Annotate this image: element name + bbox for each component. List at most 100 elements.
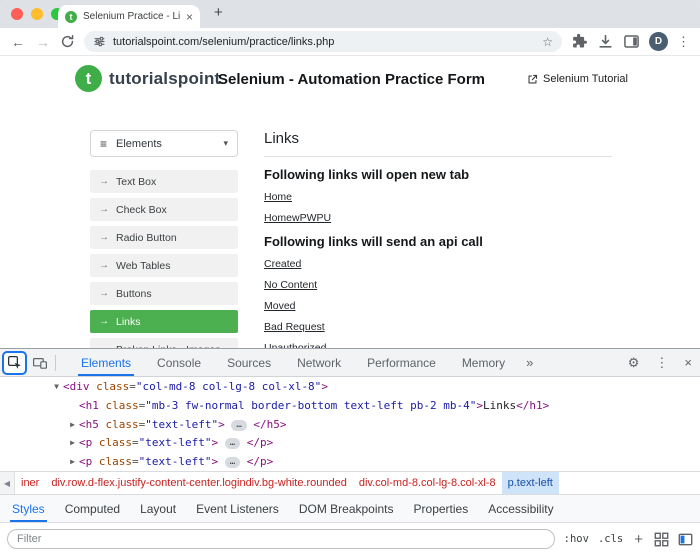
devtools-tab-sources[interactable]: Sources	[214, 349, 284, 376]
dom-token: class	[90, 380, 130, 393]
site-settings-icon[interactable]	[93, 35, 106, 48]
selenium-tutorial-link[interactable]: Selenium Tutorial	[527, 73, 628, 85]
link-created[interactable]: Created	[264, 258, 301, 270]
dom-line[interactable]: ▼<div class="col-md-8 col-lg-8 col-xl-8"…	[0, 378, 700, 397]
settings-gear-icon[interactable]: ⚙	[620, 355, 648, 371]
dom-token: >	[218, 418, 225, 431]
breadcrumb-item-p-text-left[interactable]: p.text-left	[502, 472, 559, 494]
reload-button[interactable]	[60, 34, 75, 49]
link-moved[interactable]: Moved	[264, 300, 296, 312]
element-state-button[interactable]: :hov	[564, 533, 589, 545]
sidebar-header-dropdown[interactable]: ≡ Elements ▾	[90, 130, 238, 157]
minimize-window-button[interactable]	[31, 8, 43, 20]
link-home[interactable]: Home	[264, 191, 292, 203]
chevron-down-icon: ▾	[223, 138, 228, 149]
ellipsis-expand-button[interactable]: …	[225, 438, 240, 449]
sidebar-item-label: Text Box	[116, 176, 156, 188]
expand-arrow-icon[interactable]: ▶	[66, 453, 79, 471]
links-sections: Following links will open new tabHomeHom…	[264, 167, 612, 348]
sidebar-item-broken-links-images[interactable]: →Broken Links - Images	[90, 338, 238, 348]
sidebar-item-label: Check Box	[116, 204, 167, 216]
browser-menu-kebab-icon[interactable]: ⋮	[677, 34, 690, 50]
styles-tab-styles[interactable]: Styles	[2, 495, 55, 522]
page-content: ≡ Elements ▾ →Text Box→Check Box→Radio B…	[90, 130, 612, 348]
arrow-right-icon: →	[99, 316, 109, 327]
device-toolbar-button[interactable]	[27, 349, 53, 376]
ellipsis-expand-button[interactable]: …	[231, 420, 246, 431]
breadcrumb-item-iner[interactable]: iner	[15, 472, 45, 494]
back-button[interactable]: ←	[10, 34, 26, 50]
sidebar-item-buttons[interactable]: →Buttons	[90, 282, 238, 305]
styles-tab-event-listeners[interactable]: Event Listeners	[186, 495, 289, 522]
arrow-right-icon: →	[99, 260, 109, 271]
styles-tab-computed[interactable]: Computed	[55, 495, 130, 522]
grid-overlay-icon[interactable]	[654, 532, 669, 547]
address-bar[interactable]: tutorialspoint.com/selenium/practice/lin…	[84, 31, 562, 52]
styles-tab-properties[interactable]: Properties	[404, 495, 479, 522]
tutorialspoint-logo[interactable]: t tutorialspoint	[75, 65, 220, 92]
url-text: tutorialspoint.com/selenium/practice/lin…	[113, 36, 535, 48]
devtools-toolbar-right: ⚙ ⋮ ×	[620, 355, 700, 371]
dock-sidebar-icon[interactable]	[678, 532, 693, 547]
brand-name: tutorialspoint	[109, 69, 220, 89]
sidebar-item-links[interactable]: → Links	[90, 310, 238, 333]
tab-close-icon[interactable]: ×	[186, 10, 193, 24]
breadcrumb-item-div-col-md-8-col-lg-8-col-xl-8[interactable]: div.col-md-8.col-lg-8.col-xl-8	[353, 472, 502, 494]
dom-token: "mb-3 fw-normal border-bottom text-left …	[145, 399, 476, 412]
dom-token: "text-left"	[139, 455, 212, 468]
breadcrumb-item-div-row-d-flex-justify-content-center-logindiv-bg-white-rounded[interactable]: div.row.d-flex.justify-content-center.lo…	[45, 472, 353, 494]
page-header: t tutorialspoint Selenium - Automation P…	[75, 62, 628, 102]
dom-token: class	[92, 436, 132, 449]
dom-token: class	[99, 399, 139, 412]
sidebar-item-radio-button[interactable]: →Radio Button	[90, 226, 238, 249]
toolbar-divider	[55, 355, 56, 371]
sidebar-item-text-box[interactable]: →Text Box	[90, 170, 238, 193]
sidebar-item-label: Links	[116, 316, 141, 328]
devtools-tab-performance[interactable]: Performance	[354, 349, 449, 376]
extensions-puzzle-icon[interactable]	[571, 33, 588, 50]
selenium-tutorial-label: Selenium Tutorial	[543, 73, 628, 85]
breadcrumb-scroll-left-button[interactable]: ◀	[0, 472, 15, 494]
link-no-content[interactable]: No Content	[264, 279, 317, 291]
devtools-tab-memory[interactable]: Memory	[449, 349, 518, 376]
dom-line[interactable]: <h1 class="mb-3 fw-normal border-bottom …	[0, 397, 700, 416]
dom-line[interactable]: ▶<p class="text-left"> … </p>	[0, 453, 700, 471]
sidebar-header-label: Elements	[116, 138, 162, 150]
new-style-rule-button[interactable]: +	[634, 531, 643, 548]
dom-tree: ▼<div class="col-md-8 col-lg-8 col-xl-8"…	[0, 377, 700, 471]
dom-token: <h1	[79, 399, 99, 412]
bookmark-star-icon[interactable]: ☆	[542, 35, 553, 49]
sidebar-item-web-tables[interactable]: →Web Tables	[90, 254, 238, 277]
profile-avatar[interactable]: D	[649, 32, 668, 51]
expand-arrow-icon[interactable]: ▶	[66, 416, 79, 435]
close-devtools-icon[interactable]: ×	[676, 355, 700, 370]
link-homewpwpu[interactable]: HomewPWPU	[264, 212, 331, 224]
dom-token: =	[129, 380, 136, 393]
dom-line[interactable]: ▶<h5 class="text-left"> … </h5>	[0, 416, 700, 435]
styles-tab-layout[interactable]: Layout	[130, 495, 186, 522]
styles-tab-accessibility[interactable]: Accessibility	[478, 495, 563, 522]
elements-sidebar: ≡ Elements ▾ →Text Box→Check Box→Radio B…	[90, 130, 238, 348]
dom-line[interactable]: ▶<p class="text-left"> … </p>	[0, 434, 700, 453]
side-panel-icon[interactable]	[623, 33, 640, 50]
sidebar-item-check-box[interactable]: →Check Box	[90, 198, 238, 221]
filter-input[interactable]	[7, 529, 555, 549]
more-tabs-button[interactable]: »	[518, 355, 541, 370]
devtools-tab-network[interactable]: Network	[284, 349, 354, 376]
styles-tab-dom-breakpoints[interactable]: DOM Breakpoints	[289, 495, 404, 522]
inspect-element-button[interactable]	[2, 351, 27, 375]
link-bad-request[interactable]: Bad Request	[264, 321, 325, 333]
downloads-icon[interactable]	[597, 33, 614, 50]
browser-tab[interactable]: t Selenium Practice - Links ×	[58, 5, 200, 28]
collapse-arrow-icon[interactable]: ▼	[50, 378, 63, 397]
close-window-button[interactable]	[11, 8, 23, 20]
devtools-tab-elements[interactable]: Elements	[68, 349, 144, 376]
expand-arrow-icon[interactable]: ▶	[66, 434, 79, 453]
devtools-tab-console[interactable]: Console	[144, 349, 214, 376]
devtools-menu-kebab-icon[interactable]: ⋮	[647, 355, 676, 371]
ellipsis-expand-button[interactable]: …	[225, 457, 240, 468]
add-class-button[interactable]: .cls	[598, 533, 623, 545]
logo-icon: t	[75, 65, 102, 92]
forward-button[interactable]: →	[35, 34, 51, 50]
new-tab-button[interactable]: +	[214, 4, 223, 21]
